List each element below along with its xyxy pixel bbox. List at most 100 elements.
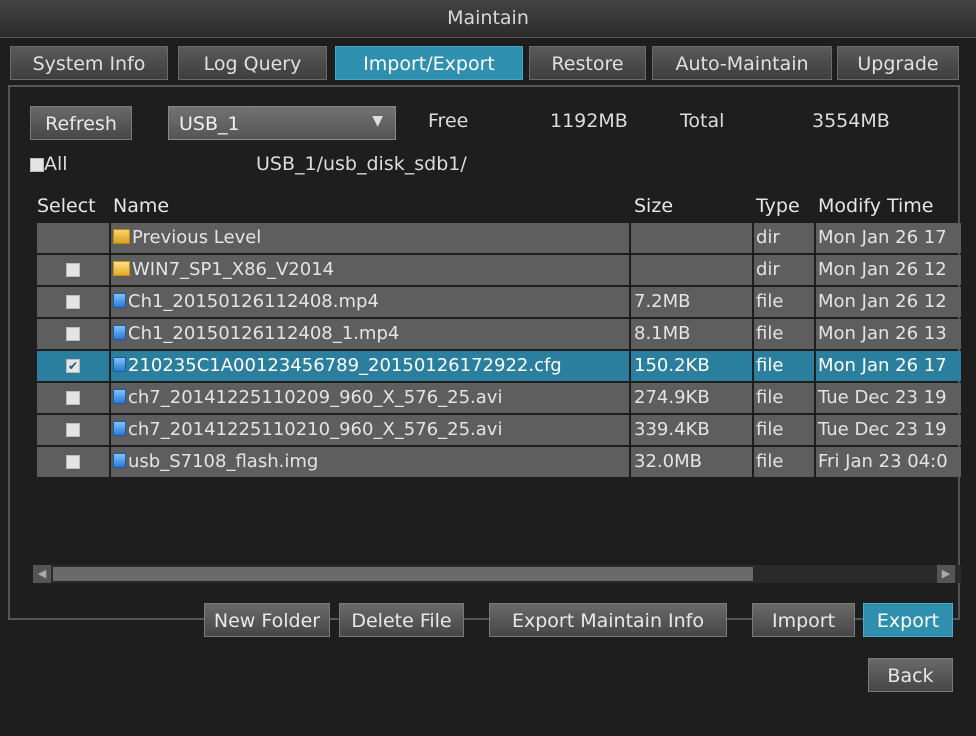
file-name: ch7_20141225110210_960_X_576_25.avi [128,419,503,440]
file-icon [113,420,126,436]
title-bar: Maintain [0,0,976,38]
file-icon [113,452,126,468]
file-name: 210235C1A00123456789_20150126172922.cfg [128,355,562,376]
tab-import-export[interactable]: Import/Export [335,46,523,80]
column-header-modify-time[interactable]: Modify Time [818,195,934,217]
tab-log-query[interactable]: Log Query [178,46,327,80]
file-icon [113,356,126,372]
file-size: 150.2KB [631,351,752,381]
row-select-cell [37,383,109,413]
file-size: 274.9KB [631,383,752,413]
file-modify-time: Fri Jan 23 04:0 [816,447,961,477]
row-name-cell[interactable]: WIN7_SP1_X86_V2014 [111,255,629,285]
new-folder-button[interactable]: New Folder [204,603,330,637]
tab-auto-maintain[interactable]: Auto-Maintain [652,46,832,80]
row-name-cell[interactable]: 210235C1A00123456789_20150126172922.cfg [111,351,629,381]
file-modify-time: Mon Jan 26 17 [816,351,961,381]
chevron-down-icon: ▼ [372,113,383,129]
table-row[interactable]: WIN7_SP1_X86_V2014 dir Mon Jan 26 12 [33,255,961,285]
table-row[interactable]: Ch1_20150126112408_1.mp4 8.1MB file Mon … [33,319,961,349]
row-select-cell [37,287,109,317]
row-select-cell: ✔ [37,351,109,381]
table-row[interactable]: Ch1_20150126112408.mp4 7.2MB file Mon Ja… [33,287,961,317]
column-header-name[interactable]: Name [113,195,169,217]
scroll-right-icon[interactable]: ▶ [937,565,955,583]
device-select-value: USB_1 [179,113,240,135]
row-name-cell[interactable]: ch7_20141225110209_960_X_576_25.avi [111,383,629,413]
file-size: 8.1MB [631,319,752,349]
folder-up-icon [113,228,130,244]
file-icon [113,388,126,404]
back-button[interactable]: Back [868,658,953,692]
file-size: 7.2MB [631,287,752,317]
column-header-type[interactable]: Type [756,195,800,217]
refresh-button[interactable]: Refresh [30,106,132,140]
file-icon [113,324,126,340]
file-name: WIN7_SP1_X86_V2014 [132,259,335,280]
select-all-checkbox[interactable] [30,157,44,172]
file-name: Ch1_20150126112408_1.mp4 [128,323,400,344]
file-size: 32.0MB [631,447,752,477]
file-modify-time: Tue Dec 23 19 [816,415,961,445]
select-all[interactable]: All [30,153,68,175]
row-checkbox[interactable] [66,423,80,437]
row-checkbox[interactable] [66,455,80,469]
table-header: Select Name Size Type Modify Time [33,192,961,222]
file-modify-time: Mon Jan 26 13 [816,319,961,349]
file-name: usb_S7108_flash.img [128,451,319,472]
row-name-cell[interactable]: usb_S7108_flash.img [111,447,629,477]
row-select-cell [37,447,109,477]
file-modify-time: Mon Jan 26 17 [816,223,961,253]
delete-file-button[interactable]: Delete File [339,603,464,637]
file-icon [113,292,126,308]
total-label: Total [680,110,725,132]
export-maintain-info-button[interactable]: Export Maintain Info [489,603,727,637]
file-name: Previous Level [132,227,262,248]
horizontal-scrollbar[interactable]: ◀ ▶ [33,565,961,583]
row-select-cell [37,415,109,445]
column-header-select: Select [37,195,96,217]
scroll-left-icon[interactable]: ◀ [33,565,51,583]
table-row[interactable]: ch7_20141225110210_960_X_576_25.avi 339.… [33,415,961,445]
row-name-cell[interactable]: Previous Level [111,223,629,253]
file-name: ch7_20141225110209_960_X_576_25.avi [128,387,503,408]
tab-restore[interactable]: Restore [529,46,646,80]
table-row-selected[interactable]: ✔ 210235C1A00123456789_20150126172922.cf… [33,351,961,381]
row-name-cell[interactable]: ch7_20141225110210_960_X_576_25.avi [111,415,629,445]
scrollbar-thumb[interactable] [53,567,753,581]
export-button[interactable]: Export [863,603,953,637]
row-select-cell [37,223,109,253]
file-size [631,223,752,253]
checked-checkbox-icon[interactable]: ✔ [66,359,80,373]
tab-upgrade[interactable]: Upgrade [837,46,959,80]
file-type: file [754,319,814,349]
row-name-cell[interactable]: Ch1_20150126112408.mp4 [111,287,629,317]
row-select-cell [37,319,109,349]
row-checkbox[interactable] [66,327,80,341]
row-name-cell[interactable]: Ch1_20150126112408_1.mp4 [111,319,629,349]
table-row[interactable]: Previous Level dir Mon Jan 26 17 [33,223,961,253]
file-size: 339.4KB [631,415,752,445]
table-row[interactable]: usb_S7108_flash.img 32.0MB file Fri Jan … [33,447,961,477]
file-type: dir [754,223,814,253]
total-value: 3554MB [812,110,890,132]
file-type: dir [754,255,814,285]
row-checkbox[interactable] [66,263,80,277]
file-type: file [754,415,814,445]
device-select[interactable]: USB_1 ▼ [168,106,396,140]
row-checkbox[interactable] [66,295,80,309]
free-value: 1192MB [550,110,628,132]
file-modify-time: Tue Dec 23 19 [816,383,961,413]
tab-system-info[interactable]: System Info [10,46,168,80]
row-checkbox[interactable] [66,391,80,405]
file-modify-time: Mon Jan 26 12 [816,255,961,285]
import-button[interactable]: Import [752,603,855,637]
file-size [631,255,752,285]
file-type: file [754,287,814,317]
free-label: Free [428,110,469,132]
file-type: file [754,351,814,381]
column-header-size[interactable]: Size [634,195,673,217]
table-row[interactable]: ch7_20141225110209_960_X_576_25.avi 274.… [33,383,961,413]
file-name: Ch1_20150126112408.mp4 [128,291,379,312]
window-title: Maintain [447,7,529,29]
